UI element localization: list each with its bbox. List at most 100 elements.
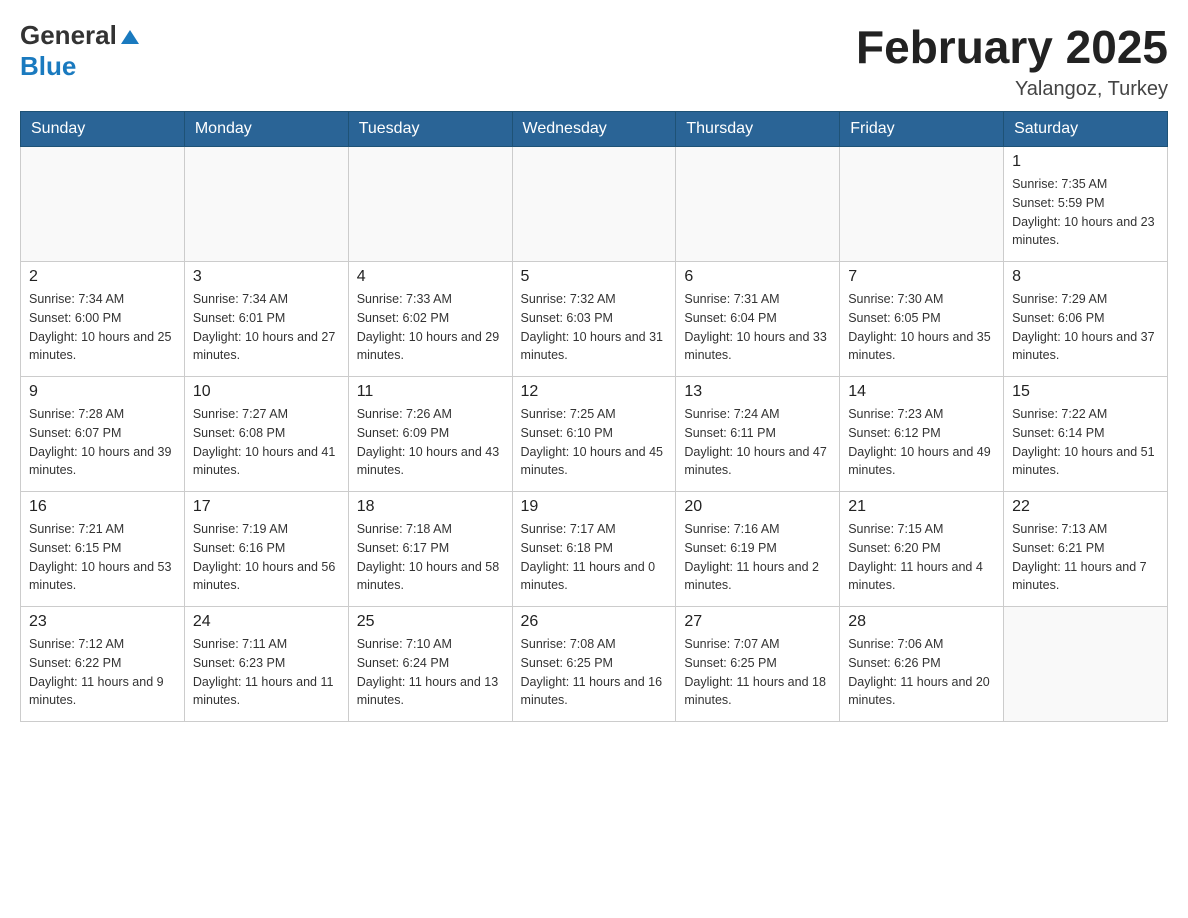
calendar-week-row: 23Sunrise: 7:12 AMSunset: 6:22 PMDayligh… [21,607,1168,722]
calendar-week-row: 9 Sunrise: 7:28 AMSunset: 6:07 PMDaylight… [21,377,1168,492]
calendar-table: SundayMondayTuesdayWednesdayThursdayFrid… [20,111,1168,722]
day-info: Sunrise: 7:29 AMSunset: 6:06 PMDaylight:… [1012,290,1159,365]
calendar-day-cell: 3Sunrise: 7:34 AMSunset: 6:01 PMDaylight… [184,262,348,377]
day-number: 2 [29,268,176,286]
calendar-day-cell: 18 Sunrise: 7:18 AMSunset: 6:17 PMDayligh… [348,492,512,607]
day-info: Sunrise: 7:33 AMSunset: 6:02 PMDaylight:… [357,290,504,365]
day-info: Sunrise: 7:27 AMSunset: 6:08 PMDaylight:… [193,405,340,480]
weekday-header-row: SundayMondayTuesdayWednesdayThursdayFrid… [21,112,1168,147]
calendar-week-row: 16Sunrise: 7:21 AMSunset: 6:15 PMDayligh… [21,492,1168,607]
calendar-day-cell: 28 Sunrise: 7:06 AMSunset: 6:26 PMDayligh… [840,607,1004,722]
day-number: 1 [1012,153,1159,171]
day-number: 10 [193,383,340,401]
day-number: 8 [1012,268,1159,286]
calendar-day-cell: 21 Sunrise: 7:15 AMSunset: 6:20 PMDayligh… [840,492,1004,607]
calendar-day-cell [184,147,348,262]
calendar-day-cell: 24 Sunrise: 7:11 AMSunset: 6:23 PMDayligh… [184,607,348,722]
calendar-week-row: 2 Sunrise: 7:34 AMSunset: 6:00 PMDaylight… [21,262,1168,377]
day-number: 6 [684,268,831,286]
calendar-day-cell: 10 Sunrise: 7:27 AMSunset: 6:08 PMDayligh… [184,377,348,492]
day-info: Sunrise: 7:23 AMSunset: 6:12 PMDaylight:… [848,405,995,480]
day-info: Sunrise: 7:19 AMSunset: 6:16 PMDaylight:… [193,520,340,595]
calendar-day-cell [512,147,676,262]
calendar-day-cell: 5 Sunrise: 7:32 AMSunset: 6:03 PMDaylight… [512,262,676,377]
day-number: 14 [848,383,995,401]
calendar-day-cell [348,147,512,262]
logo-triangle-icon [119,26,141,48]
day-info: Sunrise: 7:17 AMSunset: 6:18 PMDaylight:… [521,520,668,595]
day-info: Sunrise: 7:28 AMSunset: 6:07 PMDaylight:… [29,405,176,480]
day-number: 23 [29,613,176,631]
logo-general-text: General [20,20,117,51]
day-number: 24 [193,613,340,631]
calendar-day-cell: 16Sunrise: 7:21 AMSunset: 6:15 PMDayligh… [21,492,185,607]
day-number: 21 [848,498,995,516]
calendar-day-cell [21,147,185,262]
day-info: Sunrise: 7:11 AMSunset: 6:23 PMDaylight:… [193,635,340,710]
calendar-day-cell [840,147,1004,262]
day-info: Sunrise: 7:30 AMSunset: 6:05 PMDaylight:… [848,290,995,365]
logo: General Blue [20,20,141,82]
calendar-day-cell: 14 Sunrise: 7:23 AMSunset: 6:12 PMDayligh… [840,377,1004,492]
day-number: 7 [848,268,995,286]
calendar-day-cell: 7 Sunrise: 7:30 AMSunset: 6:05 PMDaylight… [840,262,1004,377]
day-number: 26 [521,613,668,631]
logo-blue-text: Blue [20,51,76,82]
day-info: Sunrise: 7:13 AMSunset: 6:21 PMDaylight:… [1012,520,1159,595]
weekday-header-saturday: Saturday [1004,112,1168,147]
day-info: Sunrise: 7:16 AMSunset: 6:19 PMDaylight:… [684,520,831,595]
weekday-header-monday: Monday [184,112,348,147]
calendar-day-cell: 15 Sunrise: 7:22 AMSunset: 6:14 PMDayligh… [1004,377,1168,492]
day-number: 28 [848,613,995,631]
calendar-day-cell: 25 Sunrise: 7:10 AMSunset: 6:24 PMDayligh… [348,607,512,722]
day-info: Sunrise: 7:07 AMSunset: 6:25 PMDaylight:… [684,635,831,710]
day-number: 4 [357,268,504,286]
day-number: 27 [684,613,831,631]
calendar-day-cell: 22 Sunrise: 7:13 AMSunset: 6:21 PMDayligh… [1004,492,1168,607]
day-info: Sunrise: 7:22 AMSunset: 6:14 PMDaylight:… [1012,405,1159,480]
day-info: Sunrise: 7:15 AMSunset: 6:20 PMDaylight:… [848,520,995,595]
calendar-day-cell: 4 Sunrise: 7:33 AMSunset: 6:02 PMDaylight… [348,262,512,377]
day-number: 11 [357,383,504,401]
day-info: Sunrise: 7:34 AMSunset: 6:00 PMDaylight:… [29,290,176,365]
calendar-day-cell: 9 Sunrise: 7:28 AMSunset: 6:07 PMDaylight… [21,377,185,492]
day-info: Sunrise: 7:35 AMSunset: 5:59 PMDaylight:… [1012,175,1159,250]
day-info: Sunrise: 7:08 AMSunset: 6:25 PMDaylight:… [521,635,668,710]
day-info: Sunrise: 7:25 AMSunset: 6:10 PMDaylight:… [521,405,668,480]
calendar-day-cell: 20 Sunrise: 7:16 AMSunset: 6:19 PMDayligh… [676,492,840,607]
day-info: Sunrise: 7:06 AMSunset: 6:26 PMDaylight:… [848,635,995,710]
day-number: 25 [357,613,504,631]
day-info: Sunrise: 7:26 AMSunset: 6:09 PMDaylight:… [357,405,504,480]
calendar-week-row: 1 Sunrise: 7:35 AMSunset: 5:59 PMDaylight… [21,147,1168,262]
calendar-day-cell: 26 Sunrise: 7:08 AMSunset: 6:25 PMDayligh… [512,607,676,722]
weekday-header-thursday: Thursday [676,112,840,147]
day-number: 15 [1012,383,1159,401]
day-info: Sunrise: 7:10 AMSunset: 6:24 PMDaylight:… [357,635,504,710]
calendar-day-cell: 27 Sunrise: 7:07 AMSunset: 6:25 PMDayligh… [676,607,840,722]
weekday-header-wednesday: Wednesday [512,112,676,147]
day-info: Sunrise: 7:24 AMSunset: 6:11 PMDaylight:… [684,405,831,480]
calendar-day-cell: 6 Sunrise: 7:31 AMSunset: 6:04 PMDaylight… [676,262,840,377]
calendar-day-cell: 13Sunrise: 7:24 AMSunset: 6:11 PMDayligh… [676,377,840,492]
calendar-day-cell: 17 Sunrise: 7:19 AMSunset: 6:16 PMDayligh… [184,492,348,607]
weekday-header-sunday: Sunday [21,112,185,147]
calendar-day-cell: 23Sunrise: 7:12 AMSunset: 6:22 PMDayligh… [21,607,185,722]
calendar-day-cell: 11 Sunrise: 7:26 AMSunset: 6:09 PMDayligh… [348,377,512,492]
calendar-day-cell: 1 Sunrise: 7:35 AMSunset: 5:59 PMDaylight… [1004,147,1168,262]
day-number: 19 [521,498,668,516]
day-number: 20 [684,498,831,516]
day-number: 22 [1012,498,1159,516]
day-number: 9 [29,383,176,401]
calendar-day-cell: 19 Sunrise: 7:17 AMSunset: 6:18 PMDayligh… [512,492,676,607]
day-info: Sunrise: 7:18 AMSunset: 6:17 PMDaylight:… [357,520,504,595]
day-number: 17 [193,498,340,516]
day-info: Sunrise: 7:21 AMSunset: 6:15 PMDaylight:… [29,520,176,595]
day-number: 18 [357,498,504,516]
calendar-day-cell [676,147,840,262]
calendar-day-cell: 2 Sunrise: 7:34 AMSunset: 6:00 PMDaylight… [21,262,185,377]
day-info: Sunrise: 7:32 AMSunset: 6:03 PMDaylight:… [521,290,668,365]
day-info: Sunrise: 7:31 AMSunset: 6:04 PMDaylight:… [684,290,831,365]
title-area: February 2025 Yalangoz, Turkey [856,20,1168,101]
month-title: February 2025 [856,20,1168,74]
day-number: 5 [521,268,668,286]
